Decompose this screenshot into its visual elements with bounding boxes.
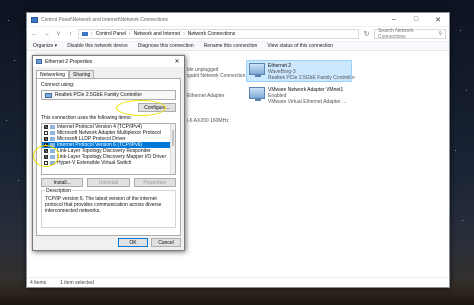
highlight-circle-ipv6 (33, 145, 59, 167)
connection-vmnet1[interactable]: VMware Network Adapter VMnet1 Enabled VM… (247, 85, 348, 107)
dialog-footer: OK Cancel (118, 238, 181, 247)
item-checkbox[interactable] (44, 137, 48, 141)
breadcrumb-item[interactable]: Control Panel (96, 31, 126, 37)
search-placeholder: Search Network Connections (378, 28, 414, 40)
view-status-button[interactable]: View status of this connection (267, 43, 333, 49)
diagnose-button[interactable]: Diagnose this connection (138, 43, 194, 49)
back-arrow-icon[interactable]: ← (30, 29, 39, 39)
dialog-titlebar: Ethernet 2 Properties ✕ (33, 56, 184, 67)
connection-adapter: igabit Network Connection (187, 73, 246, 79)
ok-button[interactable]: OK (118, 238, 148, 247)
network-folder-icon (31, 16, 38, 23)
close-icon[interactable]: ✕ (427, 13, 449, 27)
connection-adapter: Realtek PCIe 2.5GbE Family Controller (268, 75, 355, 81)
window-titlebar: Control Panel\Network and Internet\Netwo… (27, 13, 449, 27)
connection-ethernet-2[interactable]: Ethernet 2 WaveBorg-3 Realtek PCIe 2.5Gb… (246, 60, 355, 82)
connect-using-label: Connect using: (41, 82, 75, 88)
disable-device-button[interactable]: Disable this network device (67, 43, 128, 49)
connection-wifi[interactable]: i-6 AX200 160MHz (187, 118, 229, 124)
organize-button[interactable]: Organize ▾ (33, 43, 57, 49)
selection-count: 1 item selected (60, 279, 94, 286)
connection-vmnet8[interactable]: Ethernet Adapter (187, 93, 225, 99)
connection-adapter: Ethernet Adapter (187, 93, 225, 99)
protocol-icon (50, 137, 55, 141)
adapter-name: Realtek PCIe 2.5GbE Family Controller (55, 92, 142, 98)
ethernet-adapter-icon (249, 63, 265, 77)
window-title: Control Panel\Network and Internet\Netwo… (41, 16, 169, 23)
description-group: Description TCP/IP version 6. The latest… (41, 188, 176, 228)
list-scrollbar[interactable] (170, 124, 175, 174)
connection-adapter: i-6 AX200 160MHz (187, 118, 229, 124)
ethernet-adapter-icon (249, 87, 265, 101)
adapter-field: Realtek PCIe 2.5GbE Family Controller (41, 90, 176, 100)
maximize-icon[interactable]: □ (405, 13, 427, 27)
breadcrumb-item[interactable]: Network Connections (188, 31, 236, 37)
highlight-circle-configure (116, 100, 166, 116)
list-item[interactable]: Hyper-V Extensible Virtual Switch (42, 160, 175, 166)
network-card-icon (45, 92, 52, 98)
item-label: Hyper-V Extensible Virtual Switch (57, 160, 132, 166)
forward-arrow-icon[interactable]: → (42, 29, 51, 39)
connection-adapter: VMware Virtual Ethernet Adapter ... (268, 99, 347, 105)
up-arrow-icon[interactable]: ↑ (66, 29, 75, 39)
refresh-icon[interactable]: ↻ (362, 29, 371, 39)
uninstall-button[interactable]: Uninstall (87, 178, 130, 187)
protocol-icon (50, 125, 55, 129)
breadcrumb[interactable]: › Control Panel › Network and Internet ›… (78, 29, 359, 39)
connection-ethernet[interactable]: ble unplugged igabit Network Connection (187, 67, 245, 79)
folder-icon (82, 32, 88, 36)
search-icon: ⚲ (438, 31, 442, 37)
protocol-list: Internet Protocol Version 4 (TCP/IPv4) M… (41, 123, 176, 175)
status-bar: 4 items 1 item selected (27, 277, 449, 287)
description-label: Description (45, 188, 73, 194)
cancel-button[interactable]: Cancel (151, 238, 181, 247)
item-checkbox[interactable] (44, 131, 48, 135)
protocol-icon (50, 131, 55, 135)
dialog-title: Ethernet 2 Properties (45, 58, 93, 65)
network-adapter-icon (36, 59, 42, 64)
minimize-icon[interactable]: – (383, 13, 405, 27)
properties-button[interactable]: Properties (133, 178, 176, 187)
install-button[interactable]: Install... (41, 178, 84, 187)
search-input[interactable]: Search Network Connections ⚲ (374, 28, 446, 40)
item-checkbox[interactable] (44, 125, 48, 129)
scrollbar-thumb[interactable] (172, 130, 174, 146)
address-bar-row: ← → ˅ ↑ › Control Panel › Network and In… (27, 27, 449, 41)
items-label: This connection uses the following items… (41, 115, 132, 121)
command-bar: Organize ▾ Disable this network device D… (27, 41, 449, 51)
close-icon[interactable]: ✕ (170, 58, 184, 65)
item-count: 4 items (30, 279, 47, 286)
recent-chevron-icon[interactable]: ˅ (54, 29, 63, 39)
rename-button[interactable]: Rename this connection (204, 43, 258, 49)
description-text: TCP/IP version 6. The latest version of … (45, 196, 162, 214)
breadcrumb-item[interactable]: Network and Internet (134, 31, 180, 37)
